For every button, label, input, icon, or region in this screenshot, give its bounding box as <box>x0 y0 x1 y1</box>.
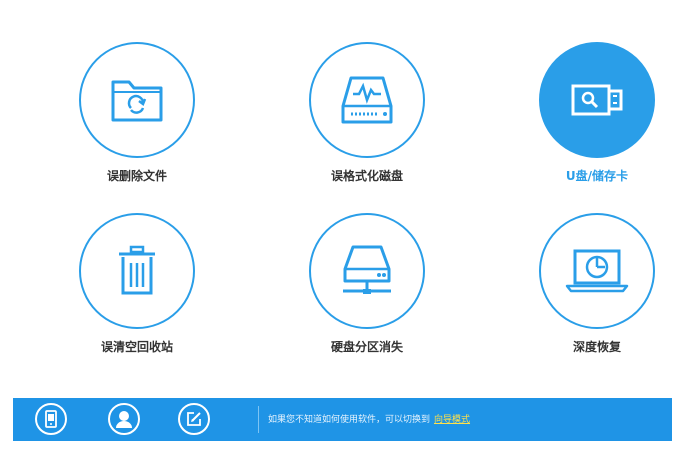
tile-circle[interactable] <box>79 42 195 158</box>
tile-circle[interactable] <box>539 42 655 158</box>
tile-deep-recovery[interactable]: 深度恢复 <box>522 213 672 355</box>
toolbar-divider <box>258 406 259 433</box>
laptop-scan-icon <box>565 249 629 293</box>
tile-deleted-files[interactable]: 误删除文件 <box>62 42 212 184</box>
user-button[interactable] <box>108 403 140 435</box>
tile-usb-card[interactable]: U盘/储存卡 <box>522 42 672 184</box>
wizard-mode-link[interactable]: 向导模式 <box>434 415 470 425</box>
edit-button[interactable] <box>178 403 210 435</box>
user-icon <box>116 411 132 428</box>
phone-icon <box>45 410 57 428</box>
bottom-toolbar: 如果您不知道如何使用软件，可以切换到 向导模式 <box>13 398 672 441</box>
network-drive-icon <box>343 245 391 294</box>
tile-label: 深度恢复 <box>572 340 621 354</box>
tile-label: 误删除文件 <box>106 169 167 183</box>
recycle-folder-icon <box>111 80 163 122</box>
tile-label: 硬盘分区消失 <box>330 340 403 354</box>
trash-bin-icon <box>119 245 155 295</box>
tile-lost-partition[interactable]: 硬盘分区消失 <box>292 213 442 355</box>
phone-button[interactable] <box>35 403 67 435</box>
tile-formatted-disk[interactable]: 误格式化磁盘 <box>292 42 442 184</box>
tile-circle[interactable] <box>539 213 655 329</box>
tile-label: 误清空回收站 <box>100 340 173 354</box>
mode-hint-text: 如果您不知道如何使用软件，可以切换到 <box>268 415 431 425</box>
disk-waveform-icon <box>341 76 393 124</box>
edit-icon <box>187 412 201 426</box>
tile-label: U盘/储存卡 <box>565 169 629 183</box>
tile-emptied-recycle-bin[interactable]: 误清空回收站 <box>62 213 212 355</box>
tile-label: 误格式化磁盘 <box>330 169 403 183</box>
usb-drive-icon <box>571 84 623 116</box>
tile-circle[interactable] <box>309 213 425 329</box>
mode-hint: 如果您不知道如何使用软件，可以切换到 向导模式 <box>268 412 470 425</box>
tile-circle[interactable] <box>79 213 195 329</box>
tile-circle[interactable] <box>309 42 425 158</box>
